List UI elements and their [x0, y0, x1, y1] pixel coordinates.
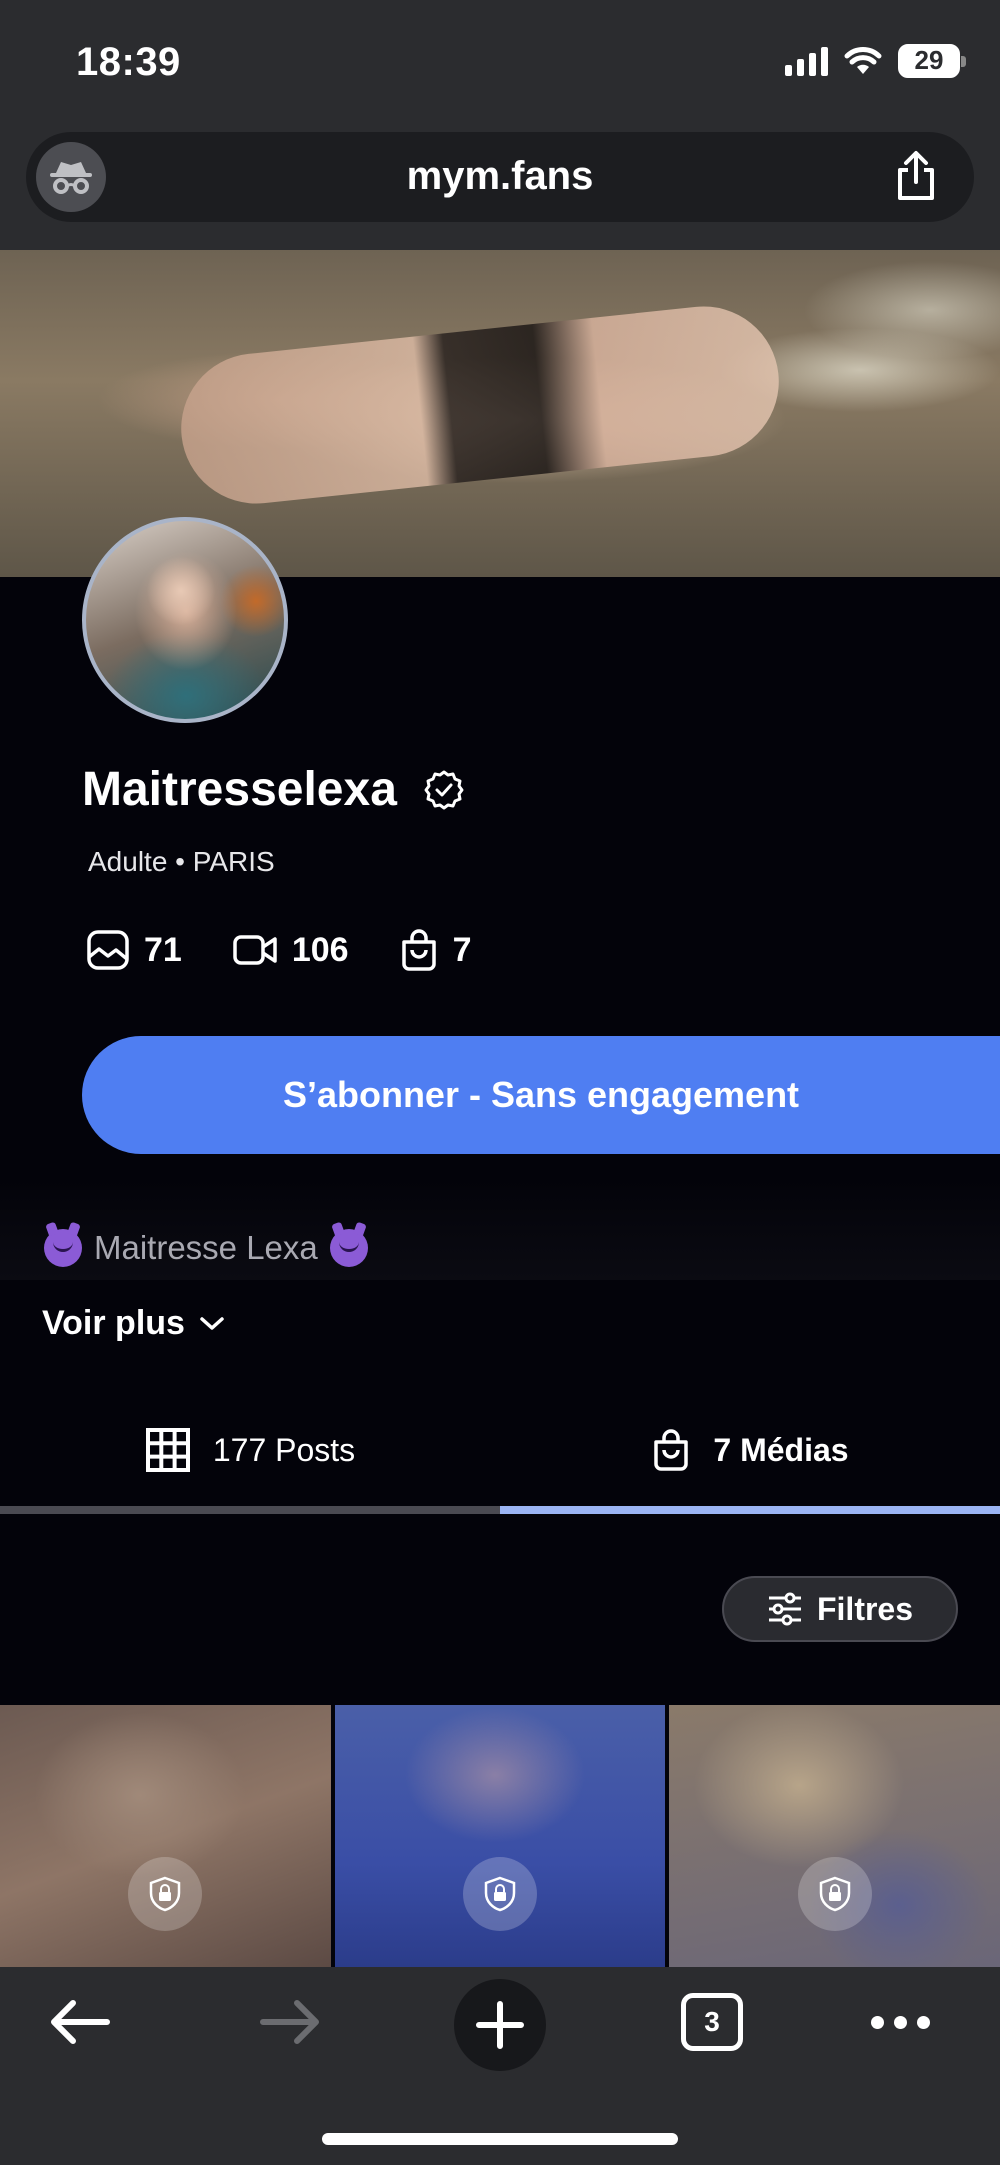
tab-posts[interactable]: 177 Posts	[0, 1390, 500, 1510]
profile-stats: 71 106 7	[86, 928, 521, 972]
bio-text: Maitresse Lexa	[94, 1229, 318, 1266]
battery-level: 29	[914, 45, 944, 75]
video-icon	[233, 935, 277, 965]
media-tile[interactable]	[0, 1705, 331, 1967]
media-tile[interactable]	[669, 1705, 1000, 1967]
stat-medias: 7	[399, 928, 472, 972]
profile-name: Maitresselexa	[82, 763, 397, 816]
tabs-count: 3	[681, 1993, 743, 2051]
back-icon	[51, 2000, 110, 2044]
devil-emoji-icon	[329, 1229, 368, 1267]
see-more-label: Voir plus	[42, 1304, 185, 1342]
battery-icon: 29	[898, 44, 966, 78]
devil-emoji-icon	[44, 1229, 82, 1267]
status-icons: 29	[785, 44, 966, 78]
stat-photos: 71	[86, 928, 182, 972]
address-bar[interactable]: mym.fans	[26, 132, 974, 222]
subscribe-label: S’abonner - Sans engagement	[282, 1074, 800, 1115]
browser-toolbar: 3	[0, 1967, 1000, 2165]
stat-videos-count: 106	[291, 930, 349, 969]
plus-icon	[476, 2001, 524, 2049]
wifi-icon	[844, 47, 882, 74]
avatar[interactable]	[82, 517, 288, 723]
signal-icon	[785, 46, 828, 76]
filters-label: Filtres	[816, 1590, 914, 1627]
filter-icon	[768, 1592, 801, 1626]
more-menu-button[interactable]	[860, 1967, 940, 2077]
tabs-button[interactable]: 3	[672, 1967, 752, 2077]
stat-medias-count: 7	[452, 930, 472, 969]
photo-icon	[87, 930, 129, 970]
forward-icon	[260, 2000, 319, 2044]
bag-icon	[401, 929, 436, 971]
profile-bio: Maitresse Lexa	[0, 1180, 1000, 1280]
lock-icon	[797, 1857, 872, 1931]
lock-icon	[128, 1857, 203, 1931]
grid-icon	[145, 1428, 190, 1472]
content-tabs: 177 Posts 7 Médias	[0, 1390, 1000, 1510]
home-indicator	[322, 2133, 678, 2145]
subscribe-button[interactable]: S’abonner - Sans engagement	[82, 1036, 1000, 1154]
verified-icon	[424, 770, 464, 809]
lock-icon	[463, 1857, 537, 1931]
tab-underline-inactive	[0, 1506, 500, 1514]
tab-underline-active	[500, 1506, 1000, 1514]
profile-name-row: Maitresselexa	[82, 762, 465, 817]
new-tab-button[interactable]	[454, 1979, 546, 2071]
chevron-down-icon	[200, 1316, 224, 1330]
bag-icon	[654, 1429, 689, 1471]
banner-photo	[173, 299, 787, 511]
filters-button[interactable]: Filtres	[722, 1576, 958, 1642]
stat-videos: 106	[232, 928, 349, 972]
ellipsis-icon	[870, 2015, 884, 2029]
media-tile[interactable]	[334, 1705, 666, 1967]
status-time: 18:39	[76, 40, 181, 84]
tab-posts-label: 177 Posts	[212, 1431, 356, 1468]
forward-button[interactable]	[250, 1967, 330, 2077]
profile-category: Adulte • PARIS	[88, 846, 275, 877]
back-button[interactable]	[40, 1967, 120, 2077]
share-icon[interactable]	[892, 150, 940, 202]
tab-medias-label: 7 Médias	[713, 1431, 849, 1468]
see-more-button[interactable]: Voir plus	[42, 1304, 225, 1343]
url-text[interactable]: mym.fans	[26, 154, 974, 199]
tab-medias[interactable]: 7 Médias	[500, 1390, 1000, 1510]
stat-photos-count: 71	[144, 930, 182, 969]
media-grid	[0, 1705, 1000, 1967]
browser-chrome: 18:39 29 mym.fans	[0, 0, 1000, 250]
